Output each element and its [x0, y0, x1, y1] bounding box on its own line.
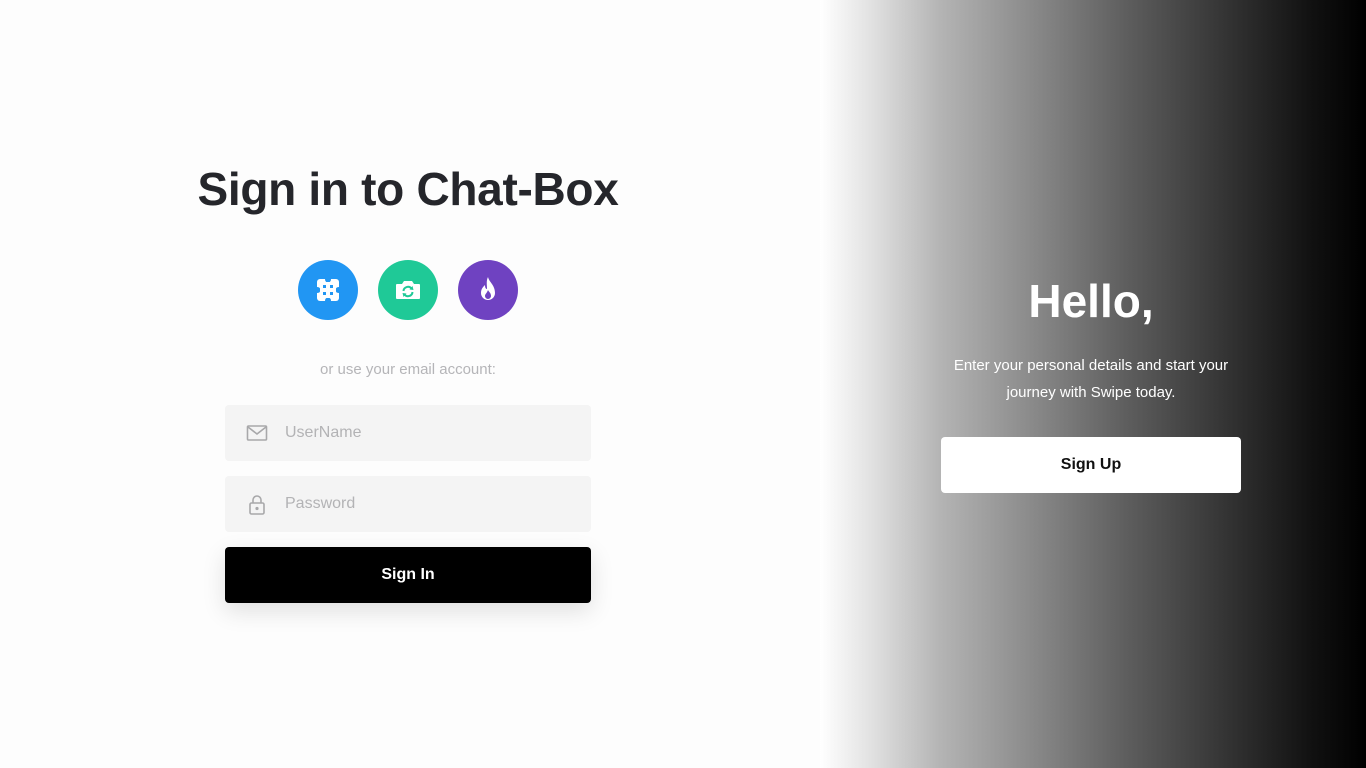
social-login-group: [298, 260, 518, 320]
password-field[interactable]: [225, 476, 591, 532]
sign-up-button[interactable]: Sign Up: [941, 437, 1241, 493]
social-login-puzzle-button[interactable]: [298, 260, 358, 320]
email-hint-text: or use your email account:: [320, 361, 496, 378]
sign-in-button[interactable]: Sign In: [225, 547, 591, 603]
social-login-flame-button[interactable]: [458, 260, 518, 320]
social-login-camera-button[interactable]: [378, 260, 438, 320]
signin-panel: Sign in to Chat-Box or use your email ac…: [0, 0, 820, 768]
signup-panel: Hello, Enter your personal details and s…: [820, 0, 1366, 768]
puzzle-icon: [315, 277, 341, 303]
username-input[interactable]: [285, 405, 575, 461]
flame-icon: [481, 277, 495, 300]
password-input[interactable]: [285, 476, 575, 532]
signup-description: Enter your personal details and start yo…: [953, 357, 1229, 401]
mail-icon: [246, 425, 268, 441]
username-field[interactable]: [225, 405, 591, 461]
auth-page: Sign in to Chat-Box or use your email ac…: [0, 0, 1366, 768]
page-title: Sign in to Chat-Box: [197, 163, 619, 215]
camera-refresh-icon: [396, 281, 420, 299]
lock-icon: [249, 495, 265, 515]
hello-heading: Hello,: [1028, 275, 1154, 327]
